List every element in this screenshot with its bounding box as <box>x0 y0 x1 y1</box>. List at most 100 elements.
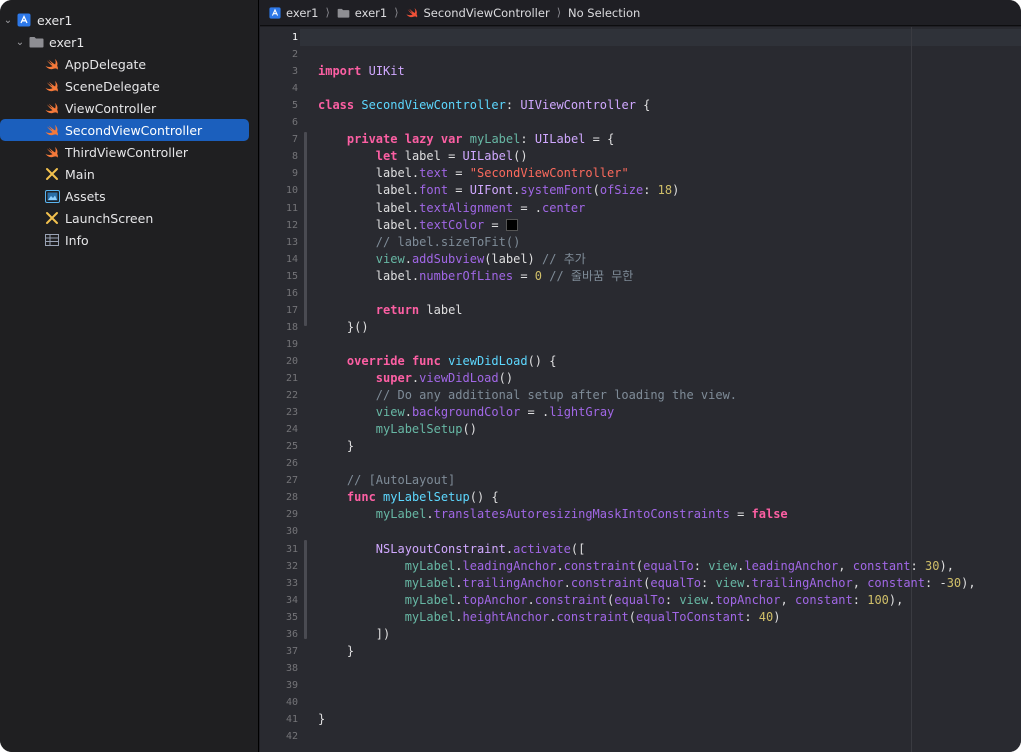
file-row-scenedelegate[interactable]: SceneDelegate <box>0 75 249 97</box>
file-row-secondviewcontroller[interactable]: SecondViewController <box>0 119 249 141</box>
swift-file-icon <box>44 78 60 94</box>
code-line[interactable]: let label = UILabel() <box>318 148 528 165</box>
code-line[interactable]: label.textColor = <box>318 217 518 234</box>
code-fold-ribbon[interactable] <box>304 132 307 326</box>
xcode-window: ⌄ exer1 ⌄ exer1 AppDelegate SceneDelegate… <box>0 0 1021 752</box>
code-line[interactable]: func myLabelSetup() { <box>318 489 499 506</box>
code-line[interactable]: } <box>318 711 325 728</box>
code-line[interactable]: view.addSubview(label) // 추가 <box>318 251 586 268</box>
file-row-info[interactable]: Info <box>0 229 249 251</box>
plist-icon <box>44 232 60 248</box>
code-line[interactable]: myLabel.heightAnchor.constraint(equalToC… <box>318 609 781 626</box>
code-line[interactable]: super.viewDidLoad() <box>318 370 513 387</box>
line-number-gutter[interactable]: 1 2 3 4 5 6 7 8 9 10 11 12 13 14 15 16 17 18 19 20 21 22 23 24 2… <box>260 27 300 752</box>
file-label: AppDelegate <box>65 56 147 72</box>
file-row-thirdviewcontroller[interactable]: ThirdViewController <box>0 141 249 163</box>
code-line[interactable]: label.numberOfLines = 0 // 줄바꿈 무한 <box>318 268 634 285</box>
line-number: 6 <box>291 117 298 129</box>
file-row-viewcontroller[interactable]: ViewController <box>0 97 249 119</box>
breadcrumb-selection[interactable]: No Selection <box>568 6 640 20</box>
line-number: 5 <box>291 100 298 112</box>
swift-file-icon <box>44 122 60 138</box>
file-row-appdelegate[interactable]: AppDelegate <box>0 53 249 75</box>
project-root-row[interactable]: ⌄ exer1 <box>2 9 252 31</box>
line-number: 16 <box>285 287 298 299</box>
chevron-down-icon[interactable]: ⌄ <box>2 15 14 26</box>
breadcrumb-folder[interactable]: exer1 <box>337 6 387 20</box>
line-number: 34 <box>285 594 298 606</box>
line-number: 9 <box>291 168 298 180</box>
project-navigator: ⌄ exer1 ⌄ exer1 AppDelegate SceneDelegate… <box>0 0 259 752</box>
code-line[interactable]: } <box>318 643 354 660</box>
file-label: Info <box>65 232 89 248</box>
chevron-right-icon: ⟩ <box>556 6 561 19</box>
line-number: 39 <box>285 679 298 691</box>
code-line[interactable]: }() <box>318 319 369 336</box>
line-number: 4 <box>291 83 298 95</box>
code-line[interactable]: myLabel.topAnchor.constraint(equalTo: vi… <box>318 592 904 609</box>
code-line[interactable]: ]) <box>318 626 390 643</box>
line-number: 1 <box>291 32 298 43</box>
line-number: 27 <box>285 475 298 487</box>
group-name: exer1 <box>49 34 85 50</box>
code-line[interactable]: // Do any additional setup after loading… <box>318 387 737 404</box>
code-line[interactable]: // label.sizeToFit() <box>318 234 521 251</box>
line-number: 3 <box>291 66 298 78</box>
line-number: 10 <box>285 185 298 197</box>
line-number: 42 <box>285 731 298 743</box>
code-line[interactable]: NSLayoutConstraint.activate([ <box>318 541 586 558</box>
line-number: 7 <box>291 134 298 146</box>
code-line[interactable]: myLabel.leadingAnchor.constraint(equalTo… <box>318 558 954 575</box>
file-label: SecondViewController <box>65 122 203 138</box>
code-line[interactable]: // [AutoLayout] <box>318 472 455 489</box>
file-row-main[interactable]: Main <box>0 163 249 185</box>
code-line[interactable]: view.backgroundColor = .lightGray <box>318 404 614 421</box>
line-number: 38 <box>285 662 298 674</box>
breadcrumb-file[interactable]: SecondViewController <box>405 6 550 20</box>
breadcrumb-project[interactable]: exer1 <box>268 6 318 20</box>
file-label: LaunchScreen <box>65 210 154 226</box>
color-literal-swatch[interactable] <box>505 218 518 231</box>
file-row-assets[interactable]: Assets <box>0 185 249 207</box>
file-label: Assets <box>65 188 106 204</box>
line-number: 20 <box>285 355 298 367</box>
code-line[interactable]: class SecondViewController: UIViewContro… <box>318 97 650 114</box>
folder-icon <box>337 6 350 19</box>
code-line[interactable]: private lazy var myLabel: UILabel = { <box>318 131 614 148</box>
line-number: 40 <box>285 696 298 708</box>
group-row[interactable]: ⌄ exer1 <box>14 31 252 53</box>
swift-file-icon <box>44 100 60 116</box>
code-line[interactable]: import UIKit <box>318 63 405 80</box>
code-line[interactable]: return label <box>318 302 463 319</box>
line-number: 31 <box>285 543 298 555</box>
xcode-project-icon <box>16 12 32 28</box>
line-number: 13 <box>285 236 298 248</box>
file-label: ViewController <box>65 100 157 116</box>
code-line[interactable]: label.font = UIFont.systemFont(ofSize: 1… <box>318 182 680 199</box>
folder-icon <box>28 34 44 50</box>
line-number: 12 <box>285 219 298 231</box>
source-editor[interactable]: 1 2 3 4 5 6 7 8 9 10 11 12 13 14 15 16 17 18 19 20 21 22 23 24 2… <box>260 27 1021 752</box>
code-fold-ribbon[interactable] <box>304 540 307 639</box>
code-line[interactable]: label.text = "SecondViewController" <box>318 165 629 182</box>
jump-bar: exer1 ⟩ exer1 ⟩ SecondViewController ⟩ N… <box>260 0 1021 26</box>
code-line[interactable]: myLabel.translatesAutoresizingMaskIntoCo… <box>318 506 788 523</box>
code-line[interactable]: override func viewDidLoad() { <box>318 353 557 370</box>
line-number: 25 <box>285 441 298 453</box>
code-line[interactable]: label.textAlignment = .center <box>318 200 586 217</box>
line-number: 24 <box>285 424 298 436</box>
xcode-project-icon <box>268 6 281 19</box>
breadcrumb-selection-label: No Selection <box>567 5 641 20</box>
file-label: Main <box>65 166 95 182</box>
current-line-highlight <box>260 29 1021 46</box>
line-number: 32 <box>285 560 298 572</box>
code-line[interactable]: } <box>318 438 354 455</box>
line-number: 17 <box>285 304 298 316</box>
line-number: 2 <box>291 49 298 61</box>
file-row-launchscreen[interactable]: LaunchScreen <box>0 207 249 229</box>
chevron-down-icon[interactable]: ⌄ <box>14 37 26 48</box>
line-number: 23 <box>285 407 298 419</box>
line-number: 8 <box>291 151 298 163</box>
code-line[interactable]: myLabelSetup() <box>318 421 477 438</box>
code-line[interactable]: myLabel.trailingAnchor.constraint(equalT… <box>318 575 976 592</box>
